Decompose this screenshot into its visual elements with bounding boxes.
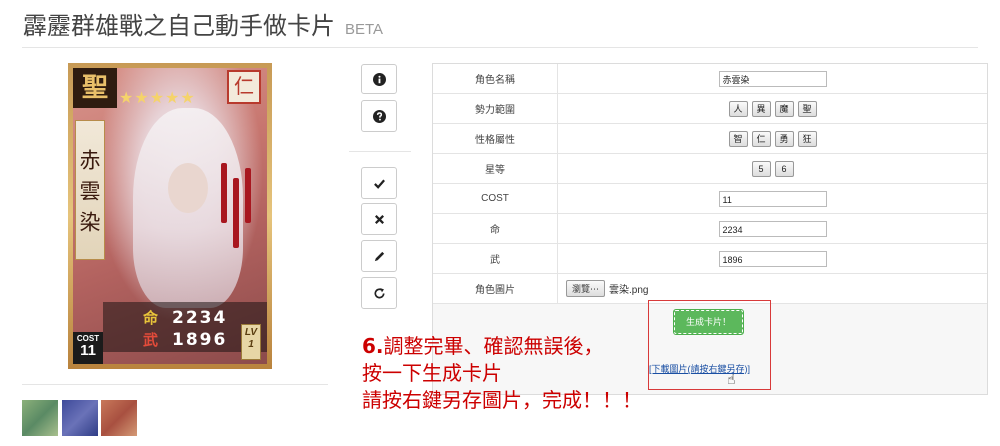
instruction-line-3: 請按右鍵另存圖片，完成！！！	[362, 388, 642, 412]
tool-divider	[349, 151, 411, 152]
cost-badge: COST 11	[73, 332, 103, 364]
level-label: LV	[244, 327, 258, 338]
trait-option-courage[interactable]: 勇	[774, 130, 794, 147]
trait-label: 性格屬性	[433, 124, 558, 153]
card-preview: 聖 ★★★★★ 仁 赤雲染 命 2234 武 1896 COST 11 LV 1	[68, 63, 272, 369]
card-name: 赤雲染	[75, 120, 105, 260]
trait-option-wisdom[interactable]: 智	[728, 130, 748, 147]
name-label: 角色名稱	[433, 64, 558, 93]
force-label: 武	[433, 244, 558, 273]
force-input[interactable]: 1896	[718, 250, 827, 267]
delete-button[interactable]	[361, 203, 397, 235]
faction-option-holy[interactable]: 聖	[797, 100, 817, 117]
instruction-line-2: 按一下生成卡片	[362, 361, 502, 385]
edit-button[interactable]	[361, 240, 397, 272]
form-row-cost: COST 11	[433, 184, 987, 214]
cost-label: COST	[433, 184, 558, 213]
force-stat-label: 武	[143, 331, 161, 349]
confirm-button[interactable]	[361, 167, 397, 199]
cost-input[interactable]: 11	[718, 190, 827, 207]
tassel	[245, 168, 251, 223]
tassel	[233, 178, 239, 248]
level-value: 1	[248, 339, 254, 350]
star-option-5[interactable]: 5	[751, 160, 771, 177]
refresh-button[interactable]	[361, 277, 397, 309]
name-input[interactable]: 赤雲染	[718, 70, 827, 87]
help-button[interactable]	[361, 100, 397, 132]
instruction-step-number: 6.	[362, 334, 384, 358]
beta-label: BETA	[345, 21, 384, 38]
faction-option-human[interactable]: 人	[728, 100, 748, 117]
faction-options: 人 異 魔 聖	[558, 94, 987, 123]
attribute-badge: 仁	[227, 70, 261, 104]
top-divider	[22, 47, 978, 48]
form-row-name: 角色名稱 赤雲染	[433, 64, 987, 94]
thumbnail-red[interactable]	[101, 400, 137, 436]
character-face	[168, 163, 208, 213]
life-stat: 命 2234	[143, 307, 227, 328]
card-artwork: 聖 ★★★★★ 仁 赤雲染 命 2234 武 1896 COST 11 LV 1	[73, 68, 267, 364]
thumbnail-green[interactable]	[22, 400, 58, 436]
pencil-icon	[374, 251, 384, 261]
info-button[interactable]	[361, 64, 397, 94]
faction-option-alien[interactable]: 異	[751, 100, 771, 117]
life-stat-label: 命	[143, 309, 161, 327]
page-title: 霹靂群雄戰之自己動手做卡片 BETA	[23, 6, 383, 41]
instruction-line-1: 6.調整完畢、確認無誤後，	[362, 333, 642, 360]
form-row-faction: 勢力範圍 人 異 魔 聖	[433, 94, 987, 124]
star-label: 星等	[433, 154, 558, 183]
page-title-text: 霹靂群雄戰之自己動手做卡片	[23, 12, 335, 40]
grade-badge: 聖	[73, 68, 117, 108]
form-row-star: 星等 5 6	[433, 154, 987, 184]
trait-option-wild[interactable]: 狂	[797, 130, 817, 147]
check-icon	[373, 179, 385, 189]
trait-options: 智 仁 勇 狂	[558, 124, 987, 153]
image-label: 角色圖片	[433, 274, 558, 303]
close-icon	[374, 214, 384, 224]
question-icon	[372, 109, 386, 123]
instruction-text: 6.調整完畢、確認無誤後， 按一下生成卡片 請按右鍵另存圖片，完成！！！	[362, 333, 642, 414]
instruction-line-1-text: 調整完畢、確認無誤後，	[383, 334, 604, 358]
life-input[interactable]: 2234	[718, 220, 827, 237]
faction-label: 勢力範圍	[433, 94, 558, 123]
browse-button[interactable]: 瀏覽⋯	[566, 280, 606, 297]
file-picker: 瀏覽⋯ 雲染.png	[558, 280, 987, 297]
trait-option-benevolence[interactable]: 仁	[751, 130, 771, 147]
form-row-force: 武 1896	[433, 244, 987, 274]
form-row-trait: 性格屬性 智 仁 勇 狂	[433, 124, 987, 154]
generate-card-button[interactable]: 生成卡片！	[673, 309, 744, 335]
hand-cursor-icon: ☝	[727, 371, 736, 387]
tassel	[221, 163, 227, 223]
info-icon	[372, 72, 386, 86]
file-name: 雲染.png	[609, 285, 649, 296]
cost-badge-value: 11	[80, 342, 96, 359]
life-label: 命	[433, 214, 558, 243]
form-row-life: 命 2234	[433, 214, 987, 244]
thumbnail-blue[interactable]	[62, 400, 98, 436]
force-stat-value: 1896	[172, 330, 228, 350]
star-option-6[interactable]: 6	[774, 160, 794, 177]
left-divider	[22, 384, 328, 385]
star-options: 5 6	[558, 154, 987, 183]
level-badge: LV 1	[241, 324, 261, 360]
faction-option-demon[interactable]: 魔	[774, 100, 794, 117]
refresh-icon	[374, 287, 385, 298]
force-stat: 武 1896	[143, 329, 227, 350]
life-stat-value: 2234	[172, 308, 228, 328]
star-rating: ★★★★★	[119, 90, 196, 107]
